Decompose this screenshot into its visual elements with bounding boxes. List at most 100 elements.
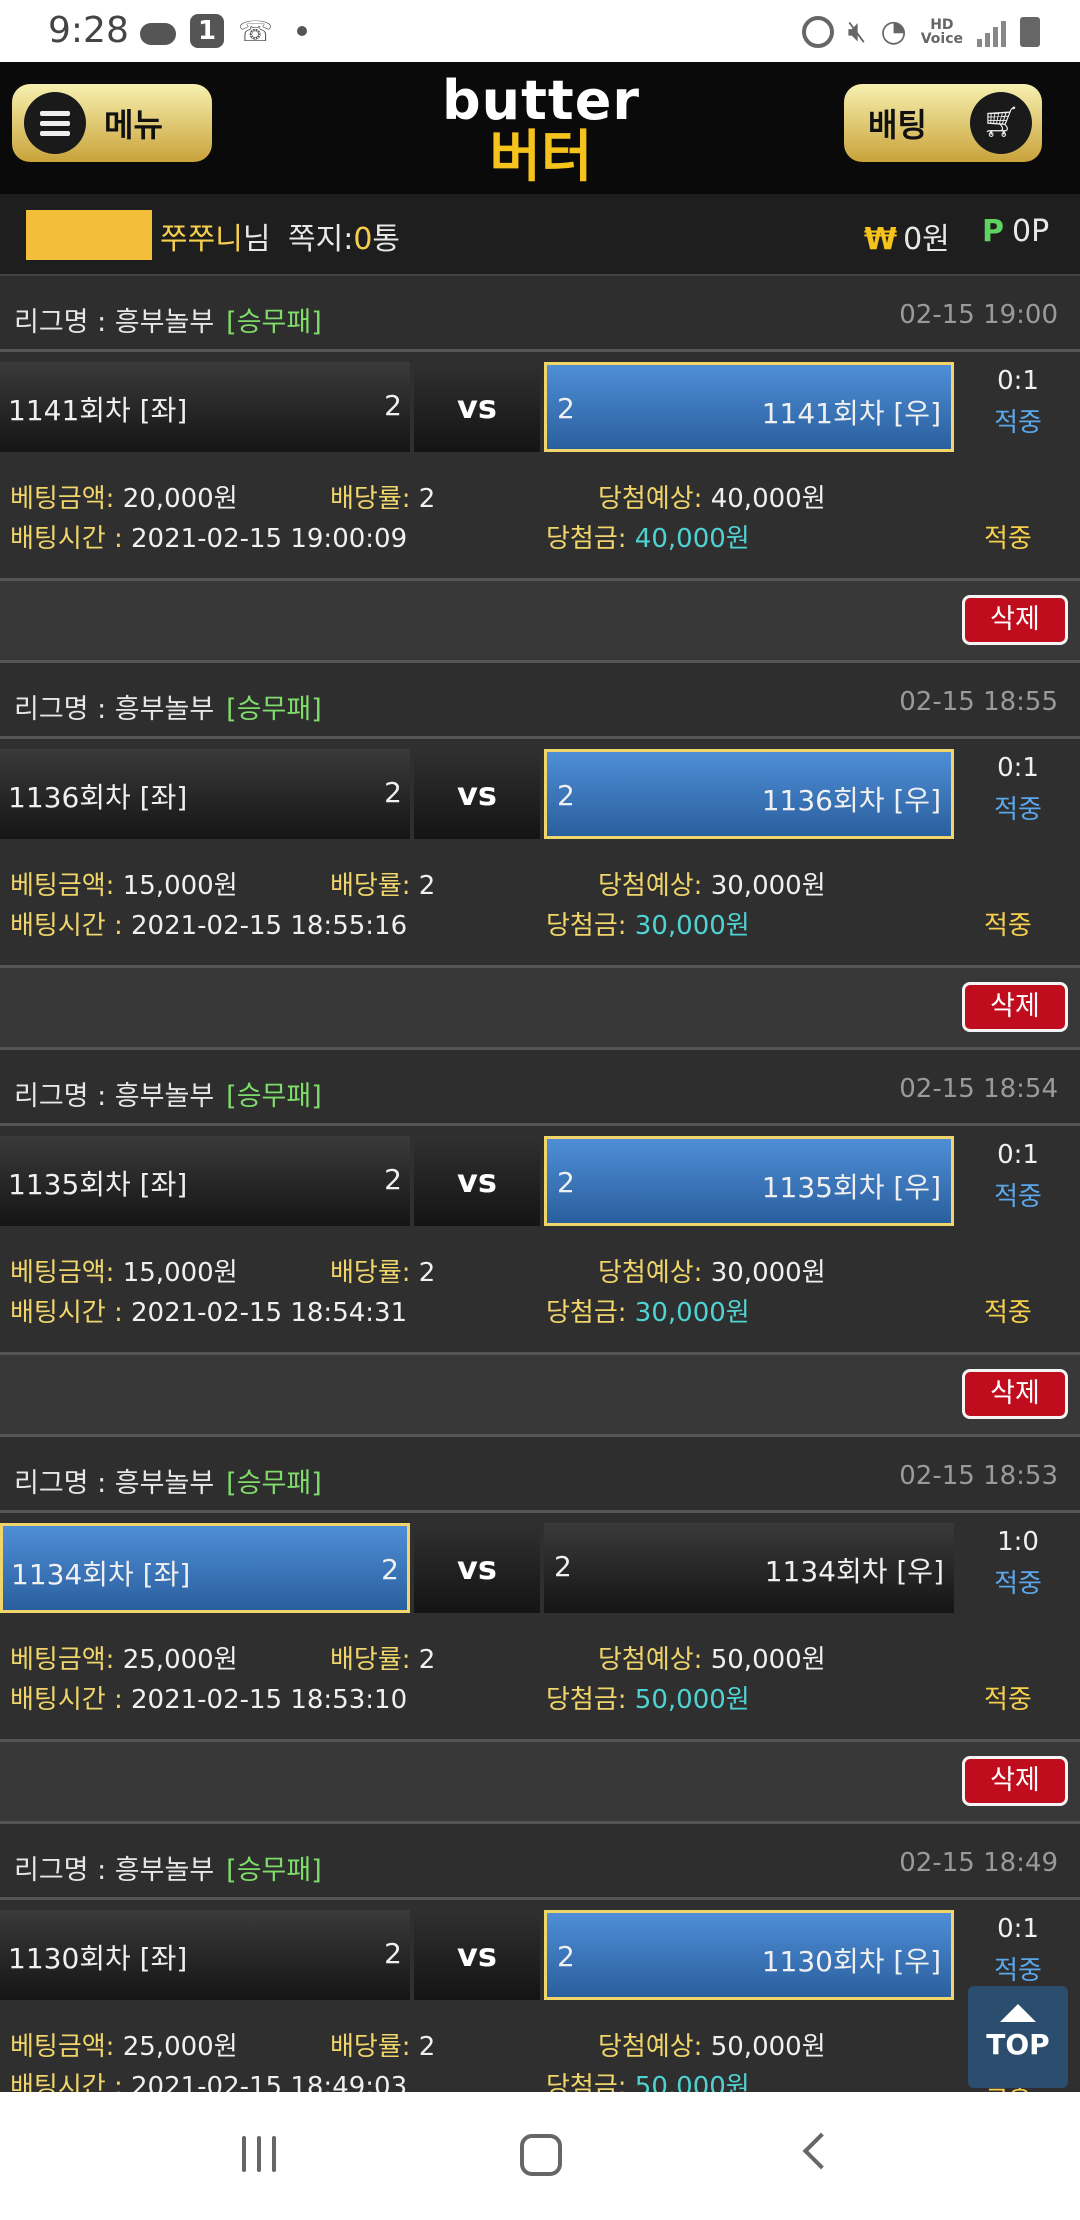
right-team-option-selected[interactable]: 2 1135회차 [우] xyxy=(544,1136,954,1226)
bet-time-label: 배팅시간 : xyxy=(10,911,131,941)
bet-type: [승무패] xyxy=(226,1855,322,1886)
odds-rate: 배당률: 2 xyxy=(330,1639,435,1676)
left-team-name: 1135회차 [좌] xyxy=(8,1168,188,1201)
right-team-option-selected[interactable]: 2 1130회차 [우] xyxy=(544,1910,954,2000)
bet-time: 배팅시간 : 2021-02-15 18:53:10 xyxy=(10,1679,407,1716)
battery-icon xyxy=(1020,16,1040,47)
win-value: 40,000원 xyxy=(634,524,750,554)
expected-value: 50,000원 xyxy=(710,1645,826,1675)
betting-cart-button[interactable]: 배팅 🛒︎ xyxy=(844,84,1042,162)
win-amount: 당첨금: 30,000원 xyxy=(546,1292,750,1329)
scroll-top-button[interactable]: TOP xyxy=(968,1986,1068,2088)
expected-label: 당첨예상: xyxy=(598,484,711,514)
expected-win: 당첨예상: 40,000원 xyxy=(598,478,826,515)
expected-label: 당첨예상: xyxy=(598,871,711,901)
right-team-odds: 2 xyxy=(557,1166,575,1199)
league-label: 리그명 : xyxy=(14,694,115,725)
right-team-name: 1136회차 [우] xyxy=(761,784,941,817)
user-name: 쭈쭈니님 xyxy=(160,214,270,258)
left-team-option[interactable]: 1136회차 [좌] 2 xyxy=(0,749,410,839)
result-status: 적중 xyxy=(994,1569,1042,1599)
expected-label: 당첨예상: xyxy=(598,1645,711,1675)
bet-card: 리그명 : 흥부놀부 [승무패] 02-15 18:54 1135회차 [좌] 2… xyxy=(0,1050,1080,1437)
result-status: 적중 xyxy=(994,1956,1042,1986)
bet-card-header: 리그명 : 흥부놀부 [승무패] 02-15 18:55 xyxy=(0,663,1080,739)
bet-card-header: 리그명 : 흥부놀부 [승무패] 02-15 18:54 xyxy=(0,1050,1080,1126)
bet-amount-value: 15,000원 xyxy=(122,871,238,901)
status-bar: 9:28 1 ☏ 🔇︎ ◔ HD Voice xyxy=(0,0,1080,62)
points[interactable]: P 0P xyxy=(982,214,1049,249)
match-result: 1:0 적중 xyxy=(956,1523,1080,1613)
bet-details: 베팅금액: 15,000원 배당률: 2 당첨예상: 30,000원 배팅시간 … xyxy=(0,853,1080,953)
bet-time-label: 배팅시간 : xyxy=(10,1298,131,1328)
rate-value: 2 xyxy=(418,871,436,901)
win-label: 당첨금: xyxy=(546,1298,635,1328)
result-status: 적중 xyxy=(994,795,1042,825)
expected-win: 당첨예상: 50,000원 xyxy=(598,1639,826,1676)
league-info: 리그명 : 흥부놀부 [승무패] xyxy=(14,300,322,339)
left-team-option-selected[interactable]: 1134회차 [좌] 2 xyxy=(0,1523,410,1613)
odds-rate: 배당률: 2 xyxy=(330,1252,435,1289)
right-team-option[interactable]: 2 1134회차 [우] xyxy=(544,1523,954,1613)
right-team-option-selected[interactable]: 2 1141회차 [우] xyxy=(544,362,954,452)
voice-label: Voice xyxy=(920,30,963,47)
delete-button[interactable]: 삭제 xyxy=(962,595,1068,645)
bet-type: [승무패] xyxy=(226,694,322,725)
bet-card-header: 리그명 : 흥부놀부 [승무패] 02-15 18:53 xyxy=(0,1437,1080,1513)
message-count[interactable]: 쪽지:0통 xyxy=(288,214,400,258)
note-unit: 통 xyxy=(372,222,401,257)
rate-label: 배당률: xyxy=(330,2032,419,2062)
hd-voice-icon: HD Voice xyxy=(921,18,963,46)
balance-value: 0원 xyxy=(903,222,950,257)
delete-button[interactable]: 삭제 xyxy=(962,1369,1068,1419)
balance[interactable]: ₩0원 xyxy=(864,214,950,258)
menu-button[interactable]: 메뉴 xyxy=(12,84,212,162)
win-label: 당첨금: xyxy=(546,524,635,554)
bet-time: 배팅시간 : 2021-02-15 18:54:31 xyxy=(10,1292,407,1329)
notification-1-icon: 1 xyxy=(190,14,224,48)
right-team-odds: 2 xyxy=(557,779,575,812)
bet-type: [승무패] xyxy=(226,307,322,338)
left-team-option[interactable]: 1130회차 [좌] 2 xyxy=(0,1910,410,2000)
vs-label: vs xyxy=(414,1523,540,1613)
logo[interactable]: butter 버터 xyxy=(426,74,656,194)
bet-time: 배팅시간 : 2021-02-15 19:00:09 xyxy=(10,518,407,555)
bet-time-value: 2021-02-15 18:53:10 xyxy=(130,1685,408,1715)
league-info: 리그명 : 흥부놀부 [승무패] xyxy=(14,1074,322,1113)
league-name: 흥부놀부 xyxy=(114,307,215,338)
right-team-name: 1135회차 [우] xyxy=(761,1171,941,1204)
home-icon[interactable] xyxy=(520,2134,562,2176)
right-team-option-selected[interactable]: 2 1136회차 [우] xyxy=(544,749,954,839)
bet-status: 적중 xyxy=(984,1685,1032,1715)
bet-details: 베팅금액: 25,000원 배당률: 2 당첨예상: 50,000원 배팅시간 … xyxy=(0,1627,1080,1727)
league-name: 흥부놀부 xyxy=(114,1468,215,1499)
odds-rate: 배당률: 2 xyxy=(330,865,435,902)
bet-time-value: 2021-02-15 18:54:31 xyxy=(130,1298,408,1328)
match-row: 1134회차 [좌] 2 vs 2 1134회차 [우] 1:0 적중 xyxy=(0,1523,1080,1613)
win-value: 50,000원 xyxy=(634,1685,750,1715)
vs-label: vs xyxy=(414,1136,540,1226)
rate-value: 2 xyxy=(418,484,436,514)
left-team-odds: 2 xyxy=(384,776,402,809)
delete-button[interactable]: 삭제 xyxy=(962,1756,1068,1806)
match-time: 02-15 18:49 xyxy=(899,1848,1058,1878)
expected-value: 30,000원 xyxy=(710,1258,826,1288)
recent-apps-icon[interactable] xyxy=(242,2136,276,2172)
left-team-option[interactable]: 1141회차 [좌] 2 xyxy=(0,362,410,452)
left-team-option[interactable]: 1135회차 [좌] 2 xyxy=(0,1136,410,1226)
win-amount: 당첨금: 40,000원 xyxy=(546,518,750,555)
bet-card: 리그명 : 흥부놀부 [승무패] 02-15 18:53 1134회차 [좌] 2… xyxy=(0,1437,1080,1824)
bet-history-list: 리그명 : 흥부놀부 [승무패] 02-15 19:00 1141회차 [좌] 2… xyxy=(0,276,1080,2092)
back-icon[interactable] xyxy=(802,2132,840,2170)
bet-details: 베팅금액: 15,000원 배당률: 2 당첨예상: 30,000원 배팅시간 … xyxy=(0,1240,1080,1340)
bet-time: 배팅시간 : 2021-02-15 18:49:03 xyxy=(10,2066,407,2092)
app-header: 메뉴 butter 버터 배팅 🛒︎ xyxy=(0,62,1080,194)
bet-amount-label: 베팅금액: xyxy=(10,871,123,901)
right-team-odds: 2 xyxy=(557,392,575,425)
top-label: TOP xyxy=(986,2028,1050,2061)
vs-label: vs xyxy=(414,749,540,839)
league-info: 리그명 : 흥부놀부 [승무패] xyxy=(14,687,322,726)
delete-button[interactable]: 삭제 xyxy=(962,982,1068,1032)
bet-amount: 베팅금액: 25,000원 xyxy=(10,2026,238,2063)
result-status: 적중 xyxy=(994,408,1042,438)
